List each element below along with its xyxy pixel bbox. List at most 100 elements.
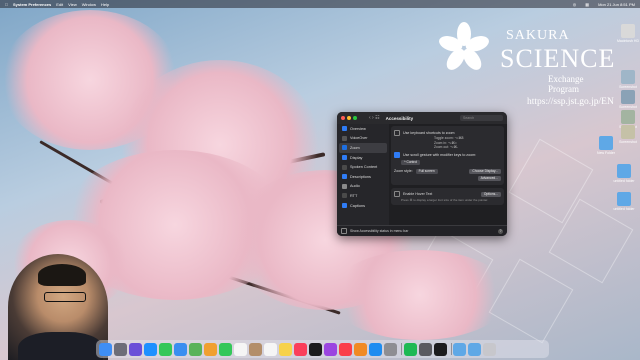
desktop-icon-label: Screenshot: [619, 140, 637, 144]
tv-icon[interactable]: [309, 342, 322, 356]
zoom-style-label: Zoom style:: [394, 169, 413, 173]
sidebar-item-label: VoiceOver: [350, 136, 368, 141]
screenshot-icon: [621, 70, 635, 84]
screenshot-icon: [621, 90, 635, 104]
books-icon[interactable]: [354, 342, 367, 356]
accessibility-window: ‹ › ☷ Accessibility Search Overview Voice…: [337, 112, 507, 236]
status-menu-checkbox[interactable]: [341, 228, 347, 234]
sidebar-item-spoken-content[interactable]: Spoken Content: [337, 162, 389, 172]
desktop-icon[interactable]: untitled folder: [612, 164, 636, 183]
messages-icon[interactable]: [159, 342, 172, 356]
options-button[interactable]: Options...: [480, 191, 501, 197]
choose-display-button[interactable]: Choose Display...: [469, 168, 501, 174]
sidebar-item-rtt[interactable]: RTT: [337, 191, 389, 201]
zoom-style-select[interactable]: Full screen: [415, 168, 438, 174]
webcam-person-glasses: [44, 292, 86, 302]
desktop-icon[interactable]: Screenshot: [616, 90, 640, 109]
window-title: Accessibility: [385, 115, 414, 121]
sidebar-item-label: Spoken Content: [350, 165, 378, 170]
folder-icon: [617, 192, 631, 206]
folder-icon: [617, 164, 631, 178]
sidebar-item-captions[interactable]: Captions: [337, 201, 389, 211]
logo-line2: SCIENCE: [500, 44, 616, 73]
menu-clock[interactable]: Mon 21 Jun 8:51 PM: [598, 2, 635, 7]
close-icon[interactable]: [341, 116, 345, 120]
maps-icon[interactable]: [189, 342, 202, 356]
screenshot-icon: [621, 125, 635, 139]
menu-app-name[interactable]: System Preferences: [13, 2, 51, 7]
launchpad-icon[interactable]: [114, 342, 127, 356]
help-button[interactable]: ?: [498, 228, 503, 234]
news-icon[interactable]: [339, 342, 352, 356]
mail-icon[interactable]: [174, 342, 187, 356]
sidebar-item-descriptions[interactable]: Descriptions: [337, 172, 389, 182]
system-preferences-icon[interactable]: [384, 342, 397, 356]
display-icon: [342, 155, 347, 161]
sidebar-item-audio[interactable]: Audio: [337, 182, 389, 192]
minimize-icon[interactable]: [347, 116, 351, 120]
calendar-icon[interactable]: [234, 342, 247, 356]
apple-menu-icon[interactable]: : [5, 2, 8, 7]
safari-icon[interactable]: [144, 342, 157, 356]
desktop-icon-label: Screenshot: [619, 85, 637, 89]
zoom-settings: Use keyboard shortcuts to zoom Toggle zo…: [391, 126, 504, 233]
downloads-icon[interactable]: [468, 342, 481, 356]
scroll-gesture-checkbox[interactable]: [394, 152, 400, 158]
keyboard-shortcuts-checkbox[interactable]: [394, 129, 400, 136]
control-center-icon[interactable]: ▦: [585, 2, 589, 7]
logo-line3: Exchange Program: [548, 74, 584, 94]
desktop-icon[interactable]: New Folder: [594, 136, 618, 155]
shortcut-row: Zoom out: ⌥⌘-: [434, 145, 458, 149]
terminal-icon[interactable]: [433, 342, 447, 356]
window-footer: Show Accessibility status in menu bar ?: [337, 225, 507, 236]
hover-text-checkbox[interactable]: [394, 191, 400, 197]
contacts-icon[interactable]: [249, 342, 262, 356]
sidebar-item-zoom[interactable]: Zoom: [339, 143, 387, 153]
desktop-icon-label: Macintosh HD: [617, 39, 639, 43]
menu-item-help[interactable]: Help: [101, 2, 109, 7]
siri-icon[interactable]: [129, 342, 142, 356]
podcasts-icon[interactable]: [324, 342, 337, 356]
notes-icon[interactable]: [279, 342, 292, 356]
webcam-person-hair: [38, 264, 86, 286]
app-store-icon[interactable]: [369, 342, 382, 356]
rtt-icon: [342, 193, 347, 199]
modifier-select[interactable]: ^ Control: [401, 159, 421, 165]
sidebar-item-overview[interactable]: Overview: [337, 124, 389, 134]
program-url: https://ssp.jst.go.jp/EN: [527, 97, 614, 107]
captions-icon: [342, 203, 347, 209]
logo-line1: SAKURA: [506, 28, 570, 43]
menu-item-edit[interactable]: Edit: [56, 2, 63, 7]
spotify-icon[interactable]: [403, 342, 417, 356]
menu-bar:  System Preferences Edit View Window He…: [0, 0, 640, 8]
photos-icon[interactable]: [204, 342, 217, 356]
zoom-icon: [342, 145, 347, 151]
desktop-icon[interactable]: Screenshot: [616, 125, 640, 144]
sidebar-item-display[interactable]: Display: [337, 153, 389, 163]
zoom-window-icon[interactable]: [353, 116, 357, 120]
sidebar-item-label: Display: [350, 155, 363, 160]
sidebar: Overview VoiceOver Zoom Display Spoken Conte…: [337, 124, 389, 236]
finder-icon[interactable]: [99, 342, 112, 356]
reminders-icon[interactable]: [264, 342, 277, 356]
folder-icon[interactable]: [453, 342, 466, 356]
sidebar-item-voiceover[interactable]: VoiceOver: [337, 134, 389, 144]
desktop-icon[interactable]: Macintosh HD: [616, 24, 640, 43]
menu-item-window[interactable]: Window: [82, 2, 96, 7]
search-input[interactable]: Search: [460, 115, 503, 121]
sidebar-item-label: Zoom: [350, 145, 360, 150]
desktop-icon[interactable]: untitled folder: [612, 192, 636, 211]
webcam-overlay: [8, 254, 108, 360]
screenshot-tool-icon[interactable]: [418, 342, 432, 356]
facetime-icon[interactable]: [219, 342, 232, 356]
overview-icon: [342, 126, 347, 132]
back-forward-icon[interactable]: ‹ › ☷: [369, 115, 380, 121]
desktop-icon[interactable]: Screenshot: [616, 70, 640, 89]
desktop-icon-label: untitled folder: [613, 179, 635, 183]
music-icon[interactable]: [294, 342, 307, 356]
desktop-icon-label: untitled folder: [613, 207, 635, 211]
trash-icon[interactable]: [483, 342, 496, 356]
wifi-icon[interactable]: ◎: [573, 2, 577, 7]
menu-item-view[interactable]: View: [68, 2, 77, 7]
advanced-button[interactable]: Advanced...: [477, 175, 501, 181]
